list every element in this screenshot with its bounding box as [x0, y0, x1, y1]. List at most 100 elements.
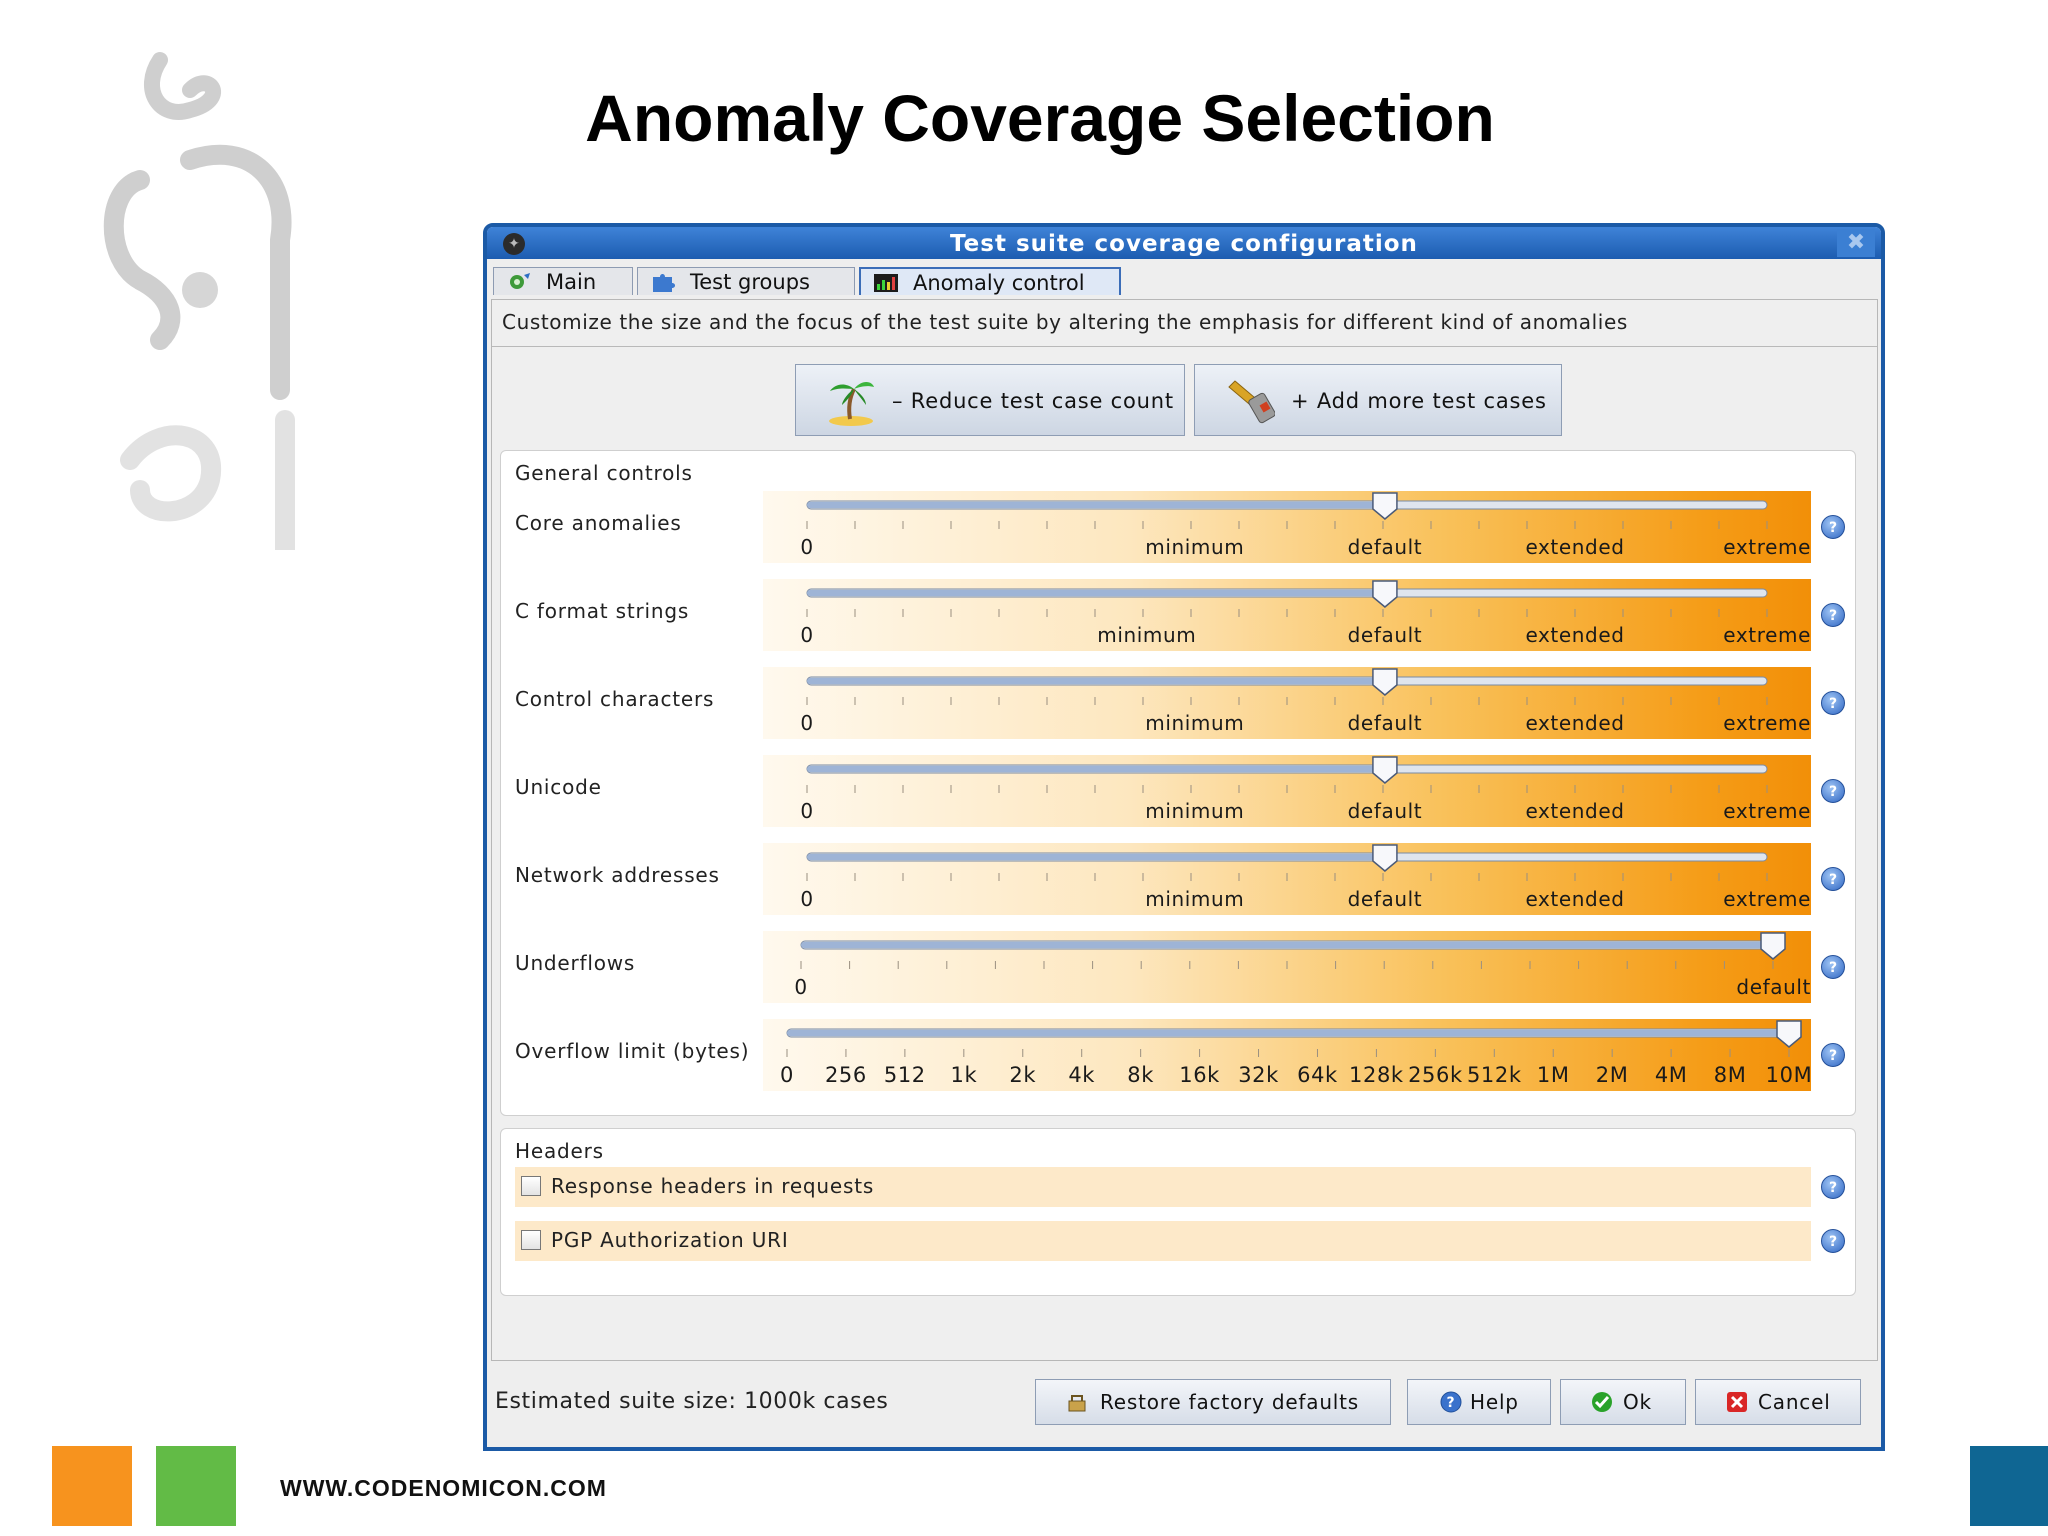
hammer-icon — [1228, 380, 1275, 424]
slider-network-addresses[interactable]: 0 minimum default extended extreme — [763, 843, 1811, 915]
help-icon-control-characters[interactable]: ? — [1821, 691, 1845, 715]
slider-scale-label: 0 — [800, 535, 813, 559]
window-titlebar[interactable]: ✦ Test suite coverage configuration ✖ — [487, 227, 1881, 259]
slide-title: Anomaly Coverage Selection — [585, 81, 1495, 155]
response-headers-option[interactable]: Response headers in requests — [515, 1167, 1811, 1207]
slider-scale-label: 256k — [1408, 1063, 1463, 1087]
tab-main[interactable]: Main — [493, 267, 633, 295]
slider-scale-label: minimum — [1097, 623, 1196, 647]
ok-button[interactable]: Ok — [1560, 1379, 1686, 1425]
restore-defaults-label: Restore factory defaults — [1100, 1390, 1360, 1414]
general-controls-panel: General controls Core anomalies 0 minimum d… — [500, 450, 1856, 1116]
pgp-uri-checkbox[interactable] — [521, 1230, 541, 1250]
slider-scale-label: 8k — [1127, 1063, 1154, 1087]
slider-unicode[interactable]: 0 minimum default extended extreme — [763, 755, 1811, 827]
slider-thumb[interactable] — [1372, 756, 1398, 784]
slider-control-characters[interactable]: 0 minimum default extended extreme — [763, 667, 1811, 739]
slider-scale-label: default — [1348, 535, 1423, 559]
slider-thumb[interactable] — [1372, 668, 1398, 696]
pgp-uri-help-icon[interactable]: ? — [1821, 1229, 1845, 1253]
help-icon-overflow-limit-bytes[interactable]: ? — [1821, 1043, 1845, 1067]
headers-title: Headers — [515, 1139, 604, 1163]
close-button[interactable]: ✖ — [1837, 229, 1875, 257]
add-test-cases-button[interactable]: + Add more test cases — [1194, 364, 1562, 436]
slider-scale-label: 0 — [800, 887, 813, 911]
response-headers-label: Response headers in requests — [551, 1174, 875, 1198]
reduce-test-cases-button[interactable]: – Reduce test case count — [795, 364, 1185, 436]
slider-scale-label: default — [1736, 975, 1811, 999]
slider-fill — [807, 766, 1385, 772]
slider-scale-label: extreme — [1723, 711, 1811, 735]
slider-thumb[interactable] — [1776, 1020, 1802, 1048]
slider-thumb[interactable] — [1760, 932, 1786, 960]
tab-test-groups[interactable]: Test groups — [637, 267, 855, 295]
slider-scale-label: 2M — [1596, 1063, 1629, 1087]
slider-scale-label: minimum — [1145, 799, 1244, 823]
slider-scale-label: extended — [1525, 887, 1624, 911]
tab-test-groups-label: Test groups — [690, 270, 810, 294]
slider-scale-label: minimum — [1145, 535, 1244, 559]
slider-scale-label: 0 — [800, 623, 813, 647]
slider-scale-label: 1k — [950, 1063, 977, 1087]
slider-label-control-characters: Control characters — [515, 687, 715, 711]
help-button[interactable]: ? Help — [1407, 1379, 1551, 1425]
cancel-icon — [1727, 1392, 1747, 1412]
slider-label-c-format-strings: C format strings — [515, 599, 690, 623]
response-headers-help-icon[interactable]: ? — [1821, 1175, 1845, 1199]
slider-scale-label: extended — [1525, 535, 1624, 559]
slider-core-anomalies[interactable]: 0 minimum default extended extreme — [763, 491, 1811, 563]
estimated-suite-size: Estimated suite size: 1000k cases — [495, 1389, 889, 1414]
slider-underflows[interactable]: 0 default — [763, 931, 1811, 1003]
slider-scale-label: 64k — [1297, 1063, 1338, 1087]
help-icon-network-addresses[interactable]: ? — [1821, 867, 1845, 891]
slider-scale-label: 512k — [1467, 1063, 1522, 1087]
blue-square — [1970, 1446, 2048, 1526]
slider-scale-label: extreme — [1723, 799, 1811, 823]
orange-square — [52, 1446, 132, 1526]
slider-overflow-limit-bytes[interactable]: 0 256 512 1k 2k 4k 8k 16k 32k 64k 128k 256k 512k 1M 2M… — [763, 1019, 1811, 1091]
slider-graphic: 0 minimum default extended extreme — [800, 756, 1811, 823]
tab-anomaly-control[interactable]: Anomaly control — [859, 267, 1121, 295]
coverage-config-window: ✦ Test suite coverage configuration ✖ Ma… — [483, 223, 1885, 1451]
slider-scale-label: 4M — [1655, 1063, 1688, 1087]
slider-label-network-addresses: Network addresses — [515, 863, 720, 887]
general-controls-title: General controls — [515, 461, 693, 485]
tab-main-label: Main — [546, 270, 597, 294]
slider-thumb[interactable] — [1372, 580, 1398, 608]
slider-scale-label: 0 — [800, 711, 813, 735]
reduce-test-cases-label: – Reduce test case count — [892, 389, 1174, 413]
slider-fill — [801, 942, 1773, 948]
help-icon-unicode[interactable]: ? — [1821, 779, 1845, 803]
slider-fill — [787, 1030, 1789, 1036]
slider-fill — [807, 590, 1385, 596]
slider-scale-label: 0 — [800, 799, 813, 823]
slider-scale-label: extended — [1525, 799, 1624, 823]
slider-scale-label: extreme — [1723, 535, 1811, 559]
slider-fill — [807, 678, 1385, 684]
slider-scale-label: default — [1348, 799, 1423, 823]
help-icon-core-anomalies[interactable]: ? — [1821, 515, 1845, 539]
cancel-label: Cancel — [1758, 1390, 1831, 1414]
tab-content: Customize the size and the focus of the … — [491, 299, 1878, 1361]
response-headers-checkbox[interactable] — [521, 1176, 541, 1196]
slider-scale-label: 16k — [1179, 1063, 1220, 1087]
slider-scale-label: default — [1348, 887, 1423, 911]
help-icon-c-format-strings[interactable]: ? — [1821, 603, 1845, 627]
palm-island-icon — [829, 382, 874, 426]
slider-label-overflow-limit-bytes: Overflow limit (bytes) — [515, 1039, 750, 1063]
slider-graphic: 0 minimum default extended extreme — [800, 580, 1810, 647]
cancel-button[interactable]: Cancel — [1695, 1379, 1861, 1425]
slider-scale-label: 512 — [884, 1063, 926, 1087]
pgp-uri-option[interactable]: PGP Authorization URI — [515, 1221, 1811, 1261]
slider-scale-label: 2k — [1009, 1063, 1036, 1087]
slider-thumb[interactable] — [1372, 844, 1398, 872]
slider-thumb[interactable] — [1372, 492, 1398, 520]
slider-c-format-strings[interactable]: 0 minimum default extended extreme — [763, 579, 1811, 651]
help-icon-underflows[interactable]: ? — [1821, 955, 1845, 979]
footer-url: WWW.CODENOMICON.COM — [280, 1475, 607, 1501]
slider-scale-label: 0 — [780, 1063, 794, 1087]
slider-graphic: 0 default — [794, 932, 1811, 999]
restore-defaults-button[interactable]: Restore factory defaults — [1035, 1379, 1391, 1425]
slider-scale-label: 1M — [1537, 1063, 1570, 1087]
help-label: Help — [1470, 1390, 1519, 1414]
